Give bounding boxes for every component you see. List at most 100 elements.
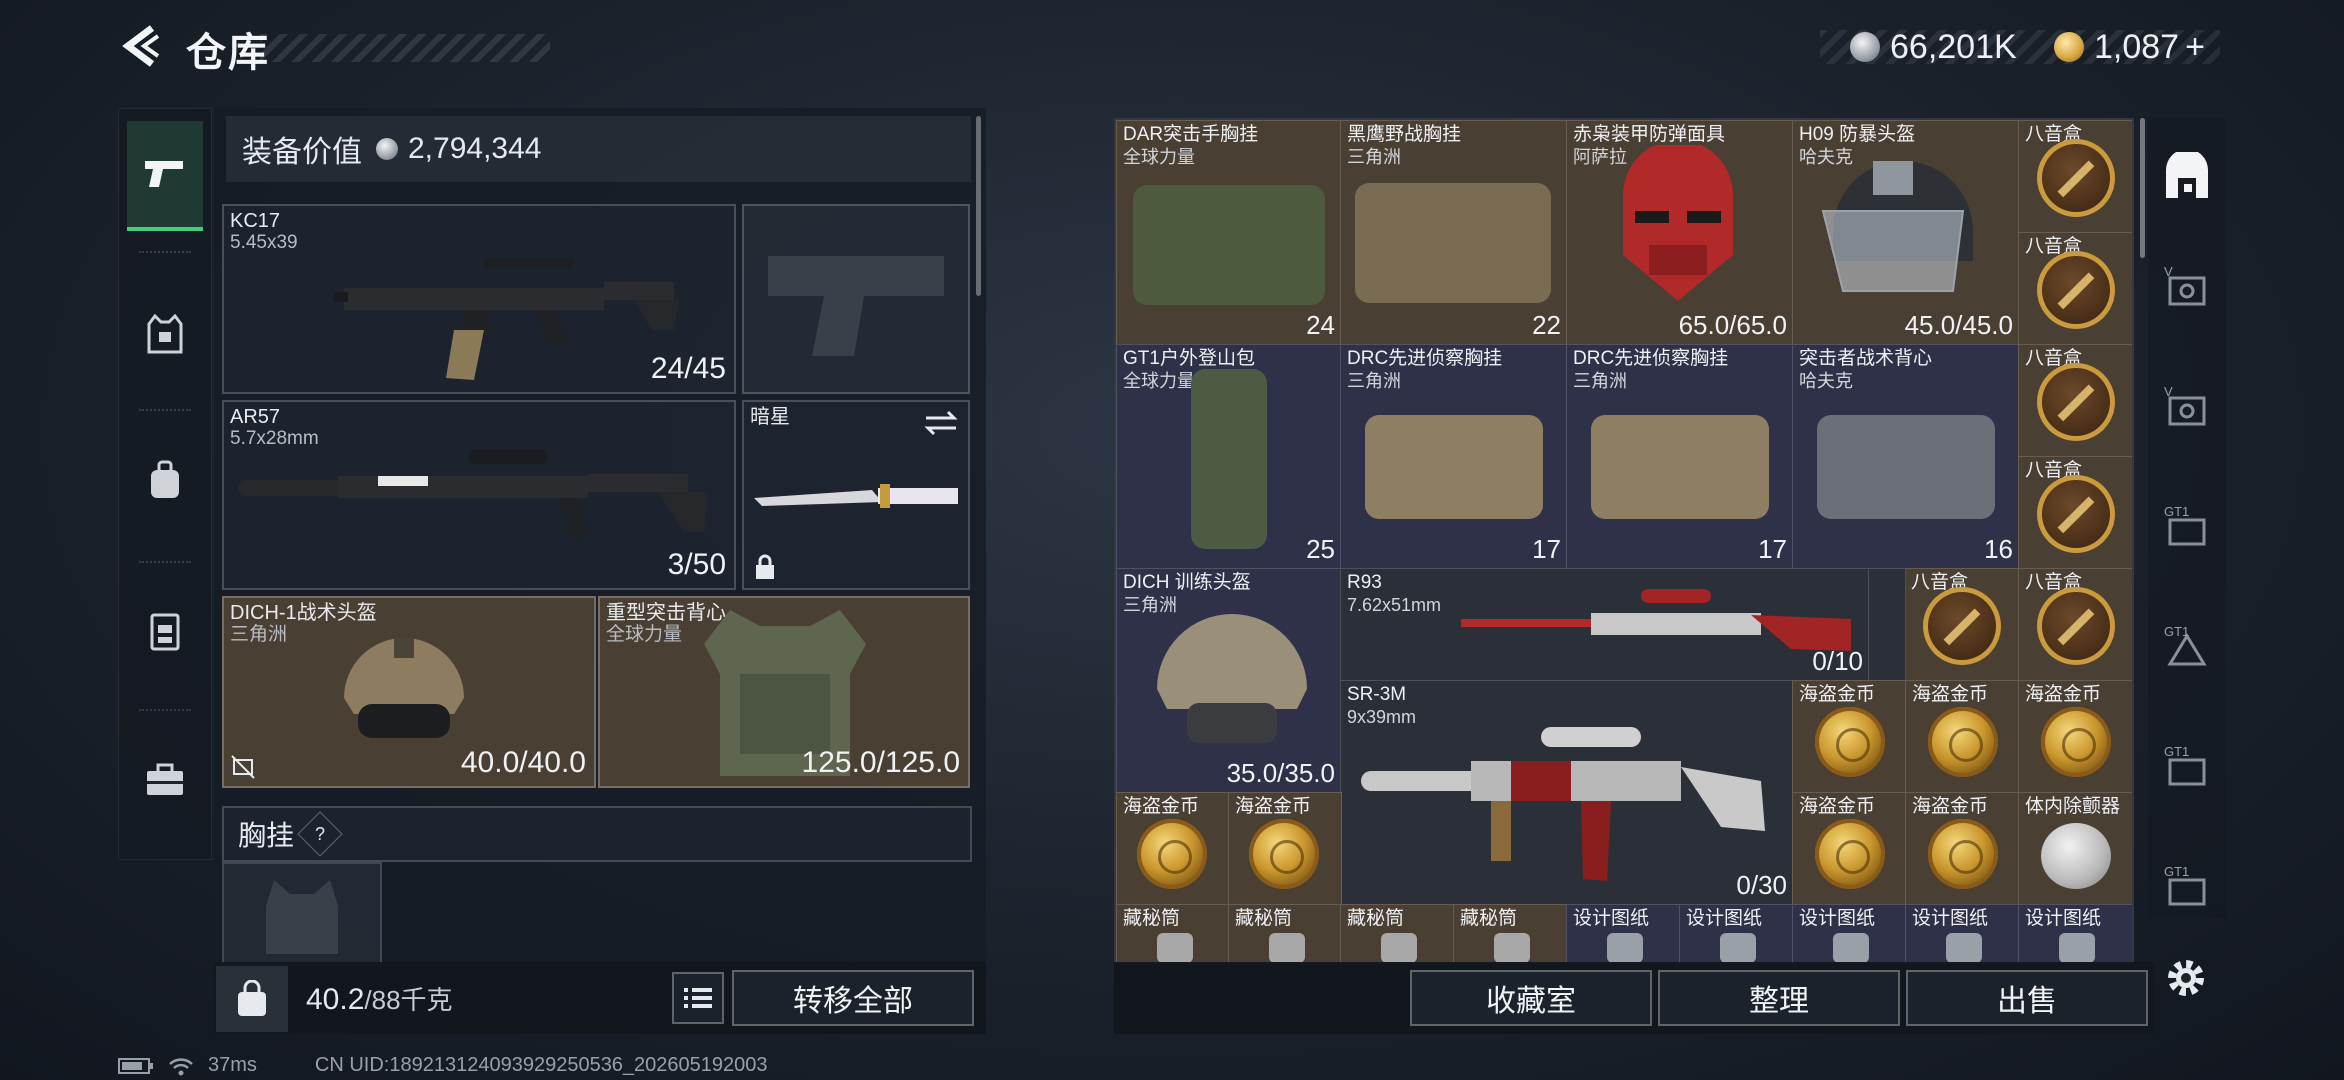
inventory-item[interactable]: 八音盒 bbox=[1904, 568, 2020, 682]
collection-room-button[interactable]: 收藏室 bbox=[1410, 970, 1652, 1026]
storage-tab-nav: V V GT1 GT1 GT1 GT1 bbox=[2148, 118, 2226, 918]
inventory-item[interactable]: GT1户外登山包 全球力量 25 bbox=[1116, 344, 1342, 570]
nav-case[interactable] bbox=[127, 727, 203, 833]
music-box-icon bbox=[2037, 587, 2115, 665]
list-icon bbox=[684, 988, 712, 1008]
equipment-value: 2,794,344 bbox=[408, 132, 542, 165]
gold-coin-icon bbox=[1928, 819, 1998, 889]
ammo-count: 0/30 bbox=[1736, 870, 1787, 900]
chest-rig-icon bbox=[1591, 415, 1769, 519]
nav-armor[interactable] bbox=[127, 281, 203, 387]
nav-backpack[interactable] bbox=[127, 427, 203, 533]
tab-storage-gt1-2[interactable]: GT1 bbox=[2162, 624, 2212, 674]
inventory-item[interactable]: 赤枭装甲防弹面具 阿萨拉 65.0/65.0 bbox=[1566, 120, 1794, 346]
container-icon bbox=[1157, 933, 1193, 962]
weight-lock-button[interactable] bbox=[216, 966, 288, 1032]
tab-storage-gt1-4[interactable]: GT1 bbox=[2162, 864, 2212, 914]
inventory-item[interactable]: 海盗金币 bbox=[1792, 792, 1907, 906]
music-box-icon bbox=[1923, 587, 2001, 665]
equipment-scrollbar[interactable] bbox=[976, 116, 981, 296]
sidearm-slot[interactable] bbox=[742, 204, 970, 394]
inventory-item[interactable]: 海盗金币 bbox=[1792, 680, 1907, 794]
music-box-icon bbox=[2037, 475, 2115, 553]
pistol-icon bbox=[145, 161, 183, 187]
inventory-item[interactable]: 设计图纸 bbox=[1905, 904, 2020, 962]
inventory-item[interactable]: H09 防暴头盔 哈夫克 45.0/45.0 bbox=[1792, 120, 2020, 346]
inventory-item[interactable]: DICH 训练头盔 三角洲 35.0/35.0 bbox=[1116, 568, 1342, 794]
tab-storage-gt1-1[interactable]: GT1 bbox=[2162, 504, 2212, 554]
defibrillator-icon bbox=[2041, 823, 2111, 889]
inventory-item[interactable]: 黑鹰野战胸挂 三角洲 22 bbox=[1340, 120, 1568, 346]
melee-slot[interactable]: 暗星 bbox=[742, 400, 970, 590]
blueprint-icon bbox=[1946, 933, 1982, 962]
value-coin-icon bbox=[376, 138, 398, 160]
inventory-item[interactable]: 八音盒 bbox=[2018, 232, 2132, 346]
inventory-item[interactable]: R93 7.62x51mm 0/10 bbox=[1340, 568, 1870, 682]
inventory-item[interactable]: 海盗金币 bbox=[1905, 792, 2020, 906]
sell-button[interactable]: 出售 bbox=[1906, 970, 2148, 1026]
inventory-item[interactable]: SR-3M 9x39mm 0/30 bbox=[1340, 680, 1794, 906]
helmet-slot[interactable]: DICH-1战术头盔 三角洲 40.0/40.0 bbox=[222, 596, 596, 788]
inventory-item[interactable]: 八音盒 bbox=[2018, 344, 2132, 458]
equipment-value-bar: 装备价值 2,794,344 bbox=[226, 116, 971, 182]
primary-weapon-slot-2[interactable]: AR57 5.7x28mm 3/50 bbox=[222, 400, 736, 590]
transfer-all-button[interactable]: 转移全部 bbox=[732, 970, 974, 1026]
inventory-item[interactable]: DAR突击手胸挂 全球力量 24 bbox=[1116, 120, 1342, 346]
inventory-item[interactable]: 设计图纸 bbox=[1792, 904, 1907, 962]
add-currency-button[interactable]: + bbox=[2185, 28, 2205, 67]
tab-storage-v2[interactable]: V bbox=[2162, 384, 2212, 434]
inventory-item[interactable]: 设计图纸 bbox=[1679, 904, 1794, 962]
back-arrow-icon[interactable] bbox=[118, 22, 166, 70]
inventory-item[interactable]: DRC先进侦察胸挂 三角洲 17 bbox=[1566, 344, 1794, 570]
inventory-item[interactable]: 八音盒 bbox=[2018, 120, 2132, 234]
chest-rig-slot[interactable] bbox=[222, 862, 382, 966]
chest-rig-icon bbox=[1133, 185, 1325, 305]
inventory-item[interactable]: 设计图纸 bbox=[2018, 904, 2132, 962]
chest-rig-icon bbox=[150, 613, 180, 651]
silver-currency[interactable]: 66,201K bbox=[1850, 24, 2017, 70]
organize-button[interactable]: 整理 bbox=[1658, 970, 1900, 1026]
settings-gear-icon[interactable] bbox=[2164, 956, 2208, 1000]
silver-amount: 66,201K bbox=[1890, 27, 2017, 66]
inventory-item[interactable]: 海盗金币 bbox=[1116, 792, 1230, 906]
inventory-item[interactable]: 藏秘筒 bbox=[1453, 904, 1568, 962]
inventory-item[interactable]: 海盗金币 bbox=[2018, 680, 2132, 794]
inventory-item[interactable]: 八音盒 bbox=[2018, 456, 2132, 570]
inventory-item[interactable]: 设计图纸 bbox=[1566, 904, 1681, 962]
gold-currency[interactable]: 1,087 + bbox=[2054, 24, 2205, 70]
nav-rig[interactable] bbox=[127, 579, 203, 685]
chest-rig-icon bbox=[1355, 183, 1551, 303]
no-insure-icon bbox=[231, 755, 255, 779]
tab-storage-v1[interactable]: V bbox=[2162, 264, 2212, 314]
swap-icon[interactable] bbox=[924, 410, 958, 436]
nav-weapons[interactable] bbox=[127, 121, 203, 231]
inventory-item[interactable]: 藏秘筒 bbox=[1340, 904, 1455, 962]
tab-storage-gt1-3[interactable]: GT1 bbox=[2162, 744, 2212, 794]
helmet-icon bbox=[344, 638, 464, 738]
backpack-icon bbox=[1191, 369, 1267, 549]
inventory-scrollbar[interactable] bbox=[2140, 118, 2145, 258]
inventory-item[interactable]: DRC先进侦察胸挂 三角洲 17 bbox=[1340, 344, 1568, 570]
pistol-silhouette-icon bbox=[768, 256, 944, 356]
inventory-item[interactable]: 藏秘筒 bbox=[1116, 904, 1230, 962]
inventory-item[interactable]: 海盗金币 bbox=[1905, 680, 2020, 794]
inventory-item[interactable]: 藏秘筒 bbox=[1228, 904, 1342, 962]
inventory-grid: DAR突击手胸挂 全球力量 24 黑鹰野战胸挂 三角洲 22 赤枭装甲防弹面具 阿萨拉… bbox=[1114, 118, 2134, 964]
ammo-count: 24/45 bbox=[650, 352, 726, 385]
inventory-item[interactable]: 海盗金币 bbox=[1228, 792, 1342, 906]
list-view-button[interactable] bbox=[672, 972, 724, 1024]
music-box-icon bbox=[2037, 251, 2115, 329]
status-bar: 37ms CN UID:18921312409392925053​6_20260… bbox=[118, 1054, 768, 1077]
gold-coin-icon bbox=[1815, 819, 1885, 889]
tab-all-storage[interactable] bbox=[2162, 152, 2212, 202]
empty-cell[interactable] bbox=[1868, 568, 1906, 682]
inventory-item[interactable]: 突击者战术背心 哈夫克 16 bbox=[1792, 344, 2020, 570]
inventory-item[interactable]: 体内除颤器 bbox=[2018, 792, 2132, 906]
inventory-item[interactable]: 八音盒 bbox=[2018, 568, 2132, 682]
carry-weight: 40.2/88千克 bbox=[306, 980, 453, 1017]
body-armor-slot[interactable]: 重型突击背心 全球力量 125.0/125.0 bbox=[598, 596, 970, 788]
help-icon[interactable]: ? bbox=[297, 811, 343, 857]
silver-coin-icon bbox=[1850, 32, 1880, 62]
primary-weapon-slot-1[interactable]: KC17 5.45x39 24/45 bbox=[222, 204, 736, 394]
weight-current: 40.2 bbox=[306, 983, 365, 1016]
